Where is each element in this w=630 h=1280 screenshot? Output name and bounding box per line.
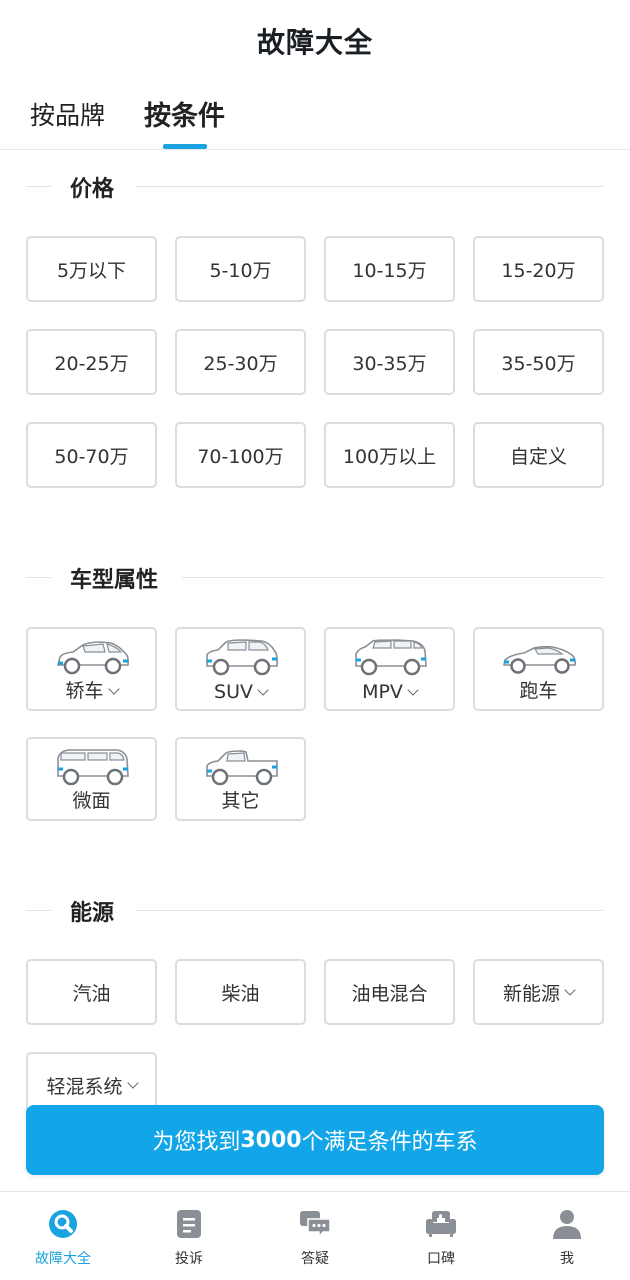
- energy-option-diesel[interactable]: 柴油: [175, 959, 306, 1025]
- price-option-0[interactable]: 5万以下: [26, 236, 157, 302]
- divider: [26, 910, 52, 911]
- document-icon: [177, 1210, 201, 1238]
- price-option-7[interactable]: 35-50万: [473, 329, 604, 395]
- section-title-car-type: 车型属性: [70, 568, 159, 593]
- section-title-energy: 能源: [70, 901, 115, 926]
- price-option-6[interactable]: 30-35万: [324, 329, 455, 395]
- energy-option-gasoline[interactable]: 汽油: [26, 959, 157, 1025]
- car-type-sports[interactable]: 跑车: [473, 627, 604, 711]
- divider: [182, 577, 604, 578]
- car-type-sedan[interactable]: 轿车: [26, 627, 157, 711]
- price-option-custom[interactable]: 自定义: [473, 422, 604, 488]
- car-type-label: 微面: [72, 790, 111, 812]
- tab-by-condition[interactable]: 按条件: [144, 94, 225, 133]
- chevron-down-icon: [407, 684, 419, 696]
- show-results-button[interactable]: 为您找到 3000 个满足条件的车系: [26, 1105, 604, 1175]
- car-type-mpv[interactable]: MPV: [324, 627, 455, 711]
- tabbar-item-fault-list[interactable]: 故障大全: [0, 1192, 126, 1280]
- tabbar-item-complaints[interactable]: 投诉: [126, 1192, 252, 1280]
- app-header: 故障大全: [0, 0, 630, 82]
- price-option-9[interactable]: 70-100万: [175, 422, 306, 488]
- section-title-price: 价格: [70, 177, 115, 202]
- cta-suffix: 个满足条件的车系: [301, 1130, 478, 1155]
- price-option-5[interactable]: 25-30万: [175, 329, 306, 395]
- sports-car-icon: [503, 645, 576, 674]
- tabbar-label: 投诉: [175, 1251, 203, 1267]
- result-count: 3000: [240, 1127, 302, 1153]
- suv-icon: [206, 639, 278, 676]
- car-type-label: 其它: [221, 790, 260, 812]
- minivan-icon: [57, 749, 129, 786]
- tabbar-label: 答疑: [301, 1251, 329, 1267]
- chevron-down-icon: [126, 1076, 139, 1089]
- car-type-minivan[interactable]: 微面: [26, 737, 157, 821]
- divider: [136, 910, 604, 911]
- price-option-3[interactable]: 15-20万: [473, 236, 604, 302]
- page-title: 故障大全: [256, 26, 373, 59]
- tabbar-label: 我: [560, 1251, 574, 1267]
- energy-option-hybrid[interactable]: 油电混合: [324, 959, 455, 1025]
- price-section-header: 价格: [0, 171, 630, 202]
- divider: [136, 186, 604, 187]
- tabbar-label: 故障大全: [35, 1251, 91, 1267]
- divider: [26, 186, 52, 187]
- tabbar-item-me[interactable]: 我: [504, 1192, 630, 1280]
- tabbar-item-qa[interactable]: 答疑: [252, 1192, 378, 1280]
- chevron-down-icon: [107, 683, 120, 695]
- divider: [26, 577, 52, 578]
- sofa-icon: [426, 1211, 456, 1237]
- price-option-10[interactable]: 100万以上: [324, 422, 455, 488]
- price-option-2[interactable]: 10-15万: [324, 236, 455, 302]
- chat-icon: [300, 1211, 331, 1240]
- price-option-8[interactable]: 50-70万: [26, 422, 157, 488]
- energy-section-header: 能源: [0, 895, 630, 926]
- tab-active-indicator: [163, 144, 207, 149]
- price-option-1[interactable]: 5-10万: [175, 236, 306, 302]
- tabbar-item-reviews[interactable]: 口碑: [378, 1192, 504, 1280]
- car-type-label: SUV: [177, 681, 304, 703]
- tabbar-label: 口碑: [427, 1251, 455, 1267]
- sedan-icon: [56, 641, 129, 675]
- bottom-tab-bar: 故障大全 投诉 答疑 口碑 我: [0, 1191, 630, 1280]
- filter-tabs: 按品牌 按条件: [0, 82, 630, 150]
- mpv-icon: [355, 639, 427, 676]
- car-type-suv[interactable]: SUV: [175, 627, 306, 711]
- fault-wrench-icon: [49, 1210, 77, 1238]
- chevron-down-icon: [564, 983, 576, 996]
- car-type-label: 跑车: [519, 680, 558, 702]
- car-type-label: 轿车: [28, 676, 155, 703]
- user-icon: [553, 1210, 581, 1239]
- car-type-other[interactable]: 其它: [175, 737, 306, 821]
- car-type-section-header: 车型属性: [0, 562, 630, 593]
- energy-option-new-energy[interactable]: 新能源: [473, 959, 604, 1025]
- tab-by-brand[interactable]: 按品牌: [30, 96, 105, 132]
- pickup-icon: [206, 750, 278, 786]
- cta-prefix: 为您找到: [152, 1130, 241, 1155]
- chevron-down-icon: [257, 684, 269, 696]
- car-type-label: MPV: [326, 681, 453, 703]
- price-option-4[interactable]: 20-25万: [26, 329, 157, 395]
